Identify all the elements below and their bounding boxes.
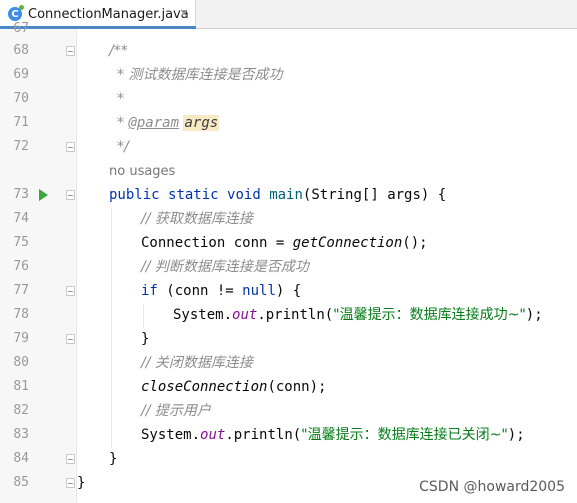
code-line: 67 (0, 17, 577, 41)
code-line: 72 */ (0, 135, 577, 159)
line-number: 68 (13, 43, 29, 58)
line-number: 81 (13, 379, 29, 394)
line-number: 83 (13, 427, 29, 442)
watermark: CSDN @howard2005 (419, 479, 565, 495)
line-number: 78 (13, 307, 29, 322)
code-text: * @param args (117, 111, 220, 135)
code-line: 77 if (conn != null) { (0, 279, 577, 303)
line-number: 84 (13, 451, 29, 466)
static-field: out (232, 307, 258, 323)
fold-icon[interactable] (66, 142, 75, 152)
code-line: 71 * @param args (0, 111, 577, 135)
line-number: 79 (13, 331, 29, 346)
code-part: ); (525, 307, 543, 323)
line-number: 74 (13, 211, 29, 226)
code-part: System. (173, 307, 233, 323)
line-number: 72 (13, 139, 29, 154)
code-line: 69 * 测试数据库连接是否成功 (0, 63, 577, 87)
keyword: static (168, 187, 219, 203)
fold-icon[interactable] (66, 190, 75, 200)
code-line: 81 closeConnection(conn); (0, 375, 577, 399)
line-number: 77 (13, 283, 29, 298)
code-part: ) { (275, 283, 302, 299)
code-part: (conn); (267, 379, 327, 395)
line-number: 80 (13, 355, 29, 370)
code-part: ); (507, 427, 525, 443)
code-line: 74 // 获取数据库连接 (0, 207, 577, 231)
line-number: 69 (13, 67, 29, 82)
code-part: .println( (257, 307, 334, 323)
code-text: closeConnection(conn); (141, 375, 326, 399)
line-number: 82 (13, 403, 29, 418)
line-number: 71 (13, 115, 29, 130)
code-text: } (109, 451, 118, 467)
code-text: System.out.println("温馨提示：数据库连接已关闭~"); (141, 423, 525, 447)
keyword: void (227, 187, 261, 203)
code-line: 73 public static void main(String[] args… (0, 183, 577, 207)
code-text: // 关闭数据库连接 (141, 355, 253, 371)
static-field: out (200, 427, 226, 443)
line-number: 73 (13, 187, 29, 202)
line-number: 76 (13, 259, 29, 274)
code-text: Connection conn = getConnection(); (141, 231, 428, 255)
code-text: } (141, 331, 150, 347)
method-call: closeConnection (141, 379, 268, 395)
string-literal: "温馨提示：数据库连接成功~" (333, 307, 526, 323)
code-text: */ (117, 139, 129, 155)
code-part: (conn != (157, 283, 243, 299)
code-line: 82 // 提示用户 (0, 399, 577, 423)
code-text: public static void main(String[] args) { (109, 183, 446, 207)
code-line: 84 } (0, 447, 577, 471)
code-line: 78 System.out.println("温馨提示：数据库连接成功~"); (0, 303, 577, 327)
line-number: 67 (13, 21, 29, 36)
method-call: getConnection (292, 235, 403, 251)
string-literal: "温馨提示：数据库连接已关闭~" (301, 427, 508, 443)
comment-star: * (117, 115, 129, 131)
line-number: 75 (13, 235, 29, 250)
code-line: 76 // 判断数据库连接是否成功 (0, 255, 577, 279)
code-line: 75 Connection conn = getConnection(); (0, 231, 577, 255)
code-part: (); (402, 235, 428, 251)
usages-hint[interactable]: no usages (109, 160, 175, 184)
code-line: 68 /** (0, 39, 577, 63)
code-text: /** (109, 43, 128, 59)
code-line: 80 // 关闭数据库连接 (0, 351, 577, 375)
fold-icon[interactable] (66, 46, 75, 56)
code-text: // 获取数据库连接 (141, 211, 253, 227)
code-line: 70 * (0, 87, 577, 111)
fold-icon[interactable] (66, 334, 75, 344)
param-name: args (183, 115, 220, 131)
code-text: * 测试数据库连接是否成功 (117, 67, 283, 83)
code-rest: (String[] args) { (302, 187, 447, 203)
code-text: // 提示用户 (141, 403, 211, 419)
run-icon[interactable] (39, 189, 48, 201)
keyword: null (242, 283, 276, 299)
code-text: // 判断数据库连接是否成功 (141, 259, 309, 275)
code-part: .println( (225, 427, 302, 443)
code-line: 83 System.out.println("温馨提示：数据库连接已关闭~"); (0, 423, 577, 447)
line-number: 85 (13, 475, 29, 490)
code-part: Connection conn = (141, 235, 293, 251)
javadoc-tag: @param (128, 115, 180, 131)
code-line: 79 } (0, 327, 577, 351)
code-text: * (117, 91, 124, 107)
fold-icon[interactable] (66, 454, 75, 464)
fold-icon[interactable] (66, 286, 75, 296)
code-part: System. (141, 427, 201, 443)
line-number: 70 (13, 91, 29, 106)
method-name: main (269, 187, 303, 203)
code-text: } (77, 475, 86, 491)
keyword: if (141, 283, 158, 299)
code-text: System.out.println("温馨提示：数据库连接成功~"); (173, 303, 543, 327)
code-text: if (conn != null) { (141, 279, 301, 303)
fold-icon[interactable] (66, 478, 75, 488)
keyword: public (109, 187, 160, 203)
